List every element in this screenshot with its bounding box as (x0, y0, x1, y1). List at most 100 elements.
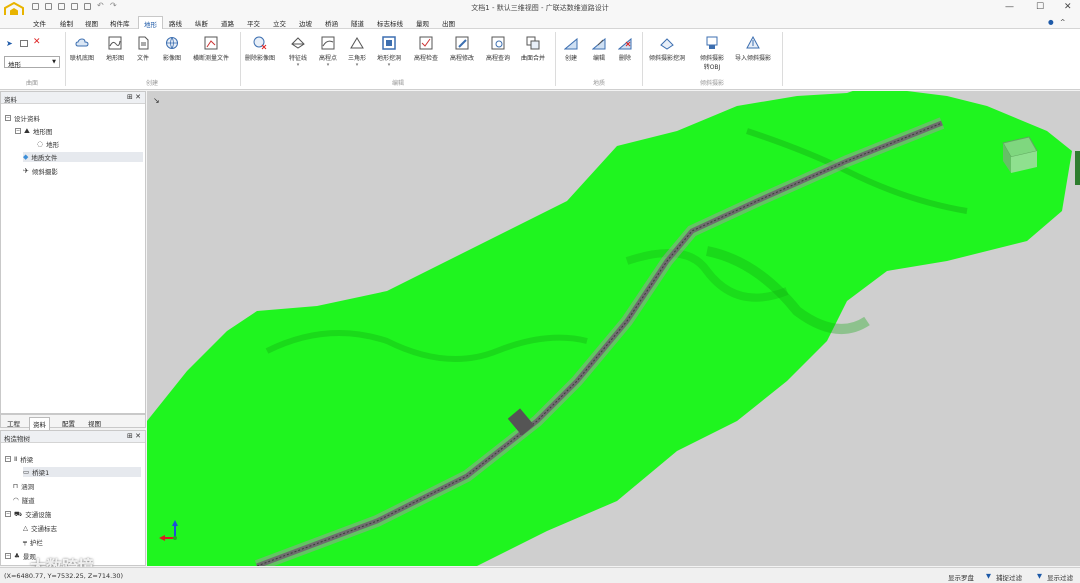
view-navigation-icon[interactable]: ↘ (153, 96, 160, 105)
close-button[interactable]: ✕ (1064, 2, 1072, 12)
file-button[interactable]: 文件 (136, 36, 150, 62)
guardrail-icon: ╤ (23, 538, 27, 546)
elevation-modify-label: 高程修改 (450, 55, 475, 62)
image-map-button[interactable]: 影像图 (163, 36, 181, 62)
cloud-globe-icon (75, 38, 89, 47)
menu-file[interactable]: 文件 (33, 18, 46, 28)
help-icon[interactable]: ● (1048, 18, 1054, 26)
elevation-check-button[interactable]: 高程检查 (414, 36, 438, 62)
tree-item-bridge1[interactable]: ▭ 桥梁1 (23, 467, 141, 477)
collapse-icon[interactable]: − (5, 456, 11, 462)
group-label-oblique: 倾斜摄影 (700, 80, 725, 87)
warning-triangle-icon: △ (23, 524, 28, 532)
terrain-scene[interactable]: ↘ (147, 91, 1080, 566)
panel-pin-close-icon[interactable]: ⊞ ✕ (127, 93, 141, 101)
menu-drawing-output[interactable]: 出图 (442, 18, 455, 28)
elevation-point-button[interactable]: 高程点 ▾ (319, 36, 337, 68)
triangle-label: 三角形 (348, 55, 367, 62)
panel-pin-close-icon[interactable]: ⊞ ✕ (127, 432, 141, 440)
triangle-button[interactable]: 三角形 ▾ (348, 36, 366, 68)
terrain-map-label: 地形图 (106, 55, 125, 62)
menu-signs-markings[interactable]: 标志标线 (377, 18, 403, 28)
geology-file-icon: ◆ (23, 153, 29, 161)
group-separator (65, 32, 66, 86)
surface-merge-button[interactable]: 曲面合并 (521, 36, 545, 62)
tree-item-traffic-facilities[interactable]: − ⛟ 交通设施 (5, 509, 51, 519)
resources-panel-header: 资料 ⊞ ✕ (1, 92, 145, 104)
menu-route[interactable]: 路线 (169, 18, 182, 28)
menu-draw[interactable]: 绘制 (60, 18, 73, 28)
collapse-icon[interactable]: − (5, 553, 11, 559)
online-map-button[interactable]: 联机底图 (70, 36, 94, 62)
geology-edit-button[interactable]: 编辑 (592, 36, 606, 62)
geology-create-button[interactable]: 创建 (564, 36, 578, 62)
menu-landscape[interactable]: 量观 (416, 18, 429, 28)
terrain-excavation-button[interactable]: 地形挖洞 ▾ (377, 36, 401, 68)
oblique-excavation-icon (660, 38, 674, 50)
menu-profile[interactable]: 纵断 (195, 18, 208, 28)
terrain-map-button[interactable]: 地形图 (106, 36, 124, 62)
clear-selection-icon[interactable]: ✕ (33, 37, 41, 47)
elevation-modify-button[interactable]: 高程修改 (450, 36, 474, 62)
feature-line-button[interactable]: 特征线 ▾ (289, 36, 307, 68)
oblique-to-obj-button[interactable]: 倾斜摄影 转OBJ (700, 36, 724, 71)
menu-tunnel[interactable]: 隧道 (351, 18, 364, 28)
3d-viewport[interactable]: ↘ (147, 91, 1080, 566)
menu-interchange[interactable]: 立交 (273, 18, 286, 28)
select-arrow-icon[interactable]: ➤ (6, 39, 13, 48)
geology-edit-icon (592, 37, 606, 50)
tree-item-guardrail[interactable]: ╤ 护栏 (23, 537, 43, 547)
dropdown-arrow-icon: ▾ (296, 62, 300, 68)
group-label-geology: 地质 (593, 80, 606, 87)
collapse-icon[interactable]: − (5, 115, 11, 121)
tab-view[interactable]: 视图 (85, 417, 104, 429)
collapse-icon[interactable]: − (15, 128, 21, 134)
feature-line-icon (291, 37, 305, 49)
tree-label: 设计资料 (14, 115, 40, 123)
group-label-curve: 曲面 (26, 80, 39, 87)
tree-item-design-resources[interactable]: − 设计资料 (5, 113, 40, 123)
select-window-icon[interactable] (20, 40, 28, 47)
tab-config[interactable]: 配置 (59, 417, 78, 429)
minimize-button[interactable]: — (1005, 2, 1014, 12)
import-oblique-button[interactable]: 导入倾斜摄影 (735, 36, 771, 62)
surface-selector[interactable]: 地形 ▼ (4, 56, 60, 69)
maximize-button[interactable]: ☐ (1036, 2, 1044, 12)
tree-item-geology-file[interactable]: ◆ 地质文件 (23, 152, 143, 162)
import-oblique-label: 导入倾斜摄影 (735, 55, 772, 62)
tree-item-oblique[interactable]: ✈ 倾斜摄影 (23, 166, 58, 176)
surface-merge-icon (526, 36, 540, 50)
menu-bridge-culvert[interactable]: 桥涵 (325, 18, 338, 28)
show-filter-button[interactable]: 显示过滤 (1047, 572, 1073, 582)
menu-component-library[interactable]: 构件库 (110, 18, 130, 28)
show-compass-button[interactable]: 显示罗盘 (948, 572, 974, 582)
menu-road[interactable]: 道路 (221, 18, 234, 28)
menu-intersection[interactable]: 平交 (247, 18, 260, 28)
tab-resources[interactable]: 资料 (29, 417, 50, 430)
file-icon (138, 36, 149, 50)
tree-item-traffic-sign[interactable]: △ 交通标志 (23, 523, 57, 533)
delete-image-button[interactable]: 删除影像图 (245, 36, 275, 62)
geology-edit-label: 编辑 (592, 55, 605, 62)
menu-slope[interactable]: 边坡 (299, 18, 312, 28)
tree-item-culvert[interactable]: ⊓ 涵洞 (13, 481, 34, 491)
menu-terrain[interactable]: 地形 (138, 16, 163, 29)
menu-bar: 文件 绘制 视图 构件库 地形 路线 纵断 道路 平交 立交 边坡 桥涵 隧道 … (0, 15, 1080, 29)
tree-item-bridge[interactable]: − Ⅱ 桥梁 (5, 454, 33, 464)
viewport-edge-handle[interactable] (1075, 151, 1080, 185)
elevation-query-button[interactable]: 高程查询 (486, 36, 510, 62)
ribbon-collapse-icon[interactable]: ^ (1060, 18, 1065, 26)
menu-view[interactable]: 视图 (85, 18, 98, 28)
capture-filter-button[interactable]: 捕捉过滤 (996, 572, 1022, 582)
resources-panel: 资料 ⊞ ✕ − 设计资料 − ⛰ 地形图 ◌ 地形 ◆ 地质文件 ✈ 倾斜摄影 (0, 91, 146, 414)
tree-item-terrain-map[interactable]: − ⛰ 地形图 (15, 126, 52, 136)
tree-item-tunnel[interactable]: ◠ 隧道 (13, 495, 35, 505)
geology-create-label: 创建 (564, 55, 577, 62)
collapse-icon[interactable]: − (5, 511, 11, 517)
geology-delete-button[interactable]: 删除 (618, 36, 632, 62)
tree-item-terrain[interactable]: ◌ 地形 (37, 139, 59, 149)
oblique-excavation-button[interactable]: 倾斜摄影挖洞 (649, 36, 685, 62)
cross-section-file-button[interactable]: 横断测量文件 (193, 36, 229, 62)
terrain-map-icon: ⛰ (24, 126, 30, 135)
tab-project[interactable]: 工程 (4, 417, 23, 429)
